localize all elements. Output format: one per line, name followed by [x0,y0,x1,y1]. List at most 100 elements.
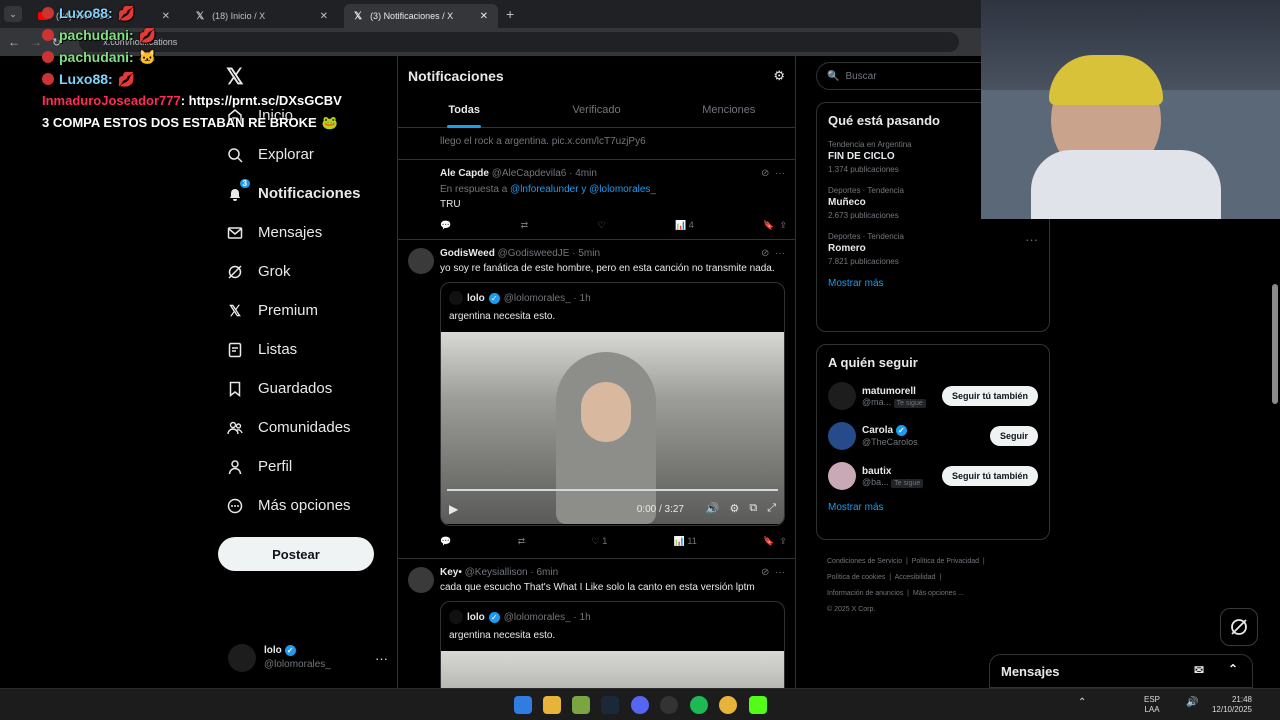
tweet-key[interactable]: Key• @Keysiallison · 6min ⊘ ··· cada que… [398,559,795,688]
app-icon[interactable] [572,696,590,714]
chrome-icon[interactable] [719,696,737,714]
reply-icon[interactable]: 💬 [440,536,451,547]
clock[interactable]: 21:48 12/10/2025 [1206,695,1252,715]
verified-icon: ✓ [488,611,500,623]
gear-icon[interactable]: ⚙ [773,68,785,84]
volume-icon[interactable]: 🔊 [1186,697,1198,708]
follow-button[interactable]: Seguir [989,426,1038,446]
avatar[interactable] [408,567,434,593]
nav-list: Inicio Explorar 3 Notificaciones Mensajes… [218,96,396,525]
nav-comunidades[interactable]: Comunidades [218,408,396,447]
discord-icon[interactable] [631,696,649,714]
fullscreen-icon[interactable]: ⤢ [767,502,776,515]
new-tab-button[interactable]: + [506,6,514,22]
show-more-follow[interactable]: Mostrar más [817,496,1049,519]
nav-premium[interactable]: 𝕏 Premium [218,291,396,330]
quoted-tweet[interactable]: lolo ✓ @lolomorales_ · 1h argentina nece… [440,282,785,526]
nav-grok[interactable]: Grok [218,252,396,291]
reply-mentions[interactable]: @lnforealunder y @lolomorales_ [510,184,656,195]
more-icon[interactable]: ··· [375,651,388,666]
search-icon [226,146,244,164]
emote-icon: 💋 [117,5,136,21]
grok-icon [226,263,244,281]
close-icon[interactable]: ✕ [480,11,488,22]
trend-item[interactable]: Deportes · Tendencia Romero 7.821 public… [817,226,1049,272]
avatar [828,462,856,490]
follow-suggestion[interactable]: matumorell @ma... Te sigue Seguir tú tam… [817,376,1049,416]
who-to-follow-title: A quién seguir [828,355,918,370]
tweet-actions: 💬 ⇄ ♡ 1 📊 11 🔖 ⇪ [398,536,795,547]
grok-icon[interactable]: ⊘ [761,248,769,259]
avatar[interactable] [408,248,434,274]
grok-icon[interactable]: ⊘ [761,567,769,578]
chat-message: 3 COMPA ESTOS DOS ESTABAN RE BROKE 🐸 [42,112,372,134]
nav-mas-opciones[interactable]: Más opciones [218,486,396,525]
nav-perfil[interactable]: Perfil [218,447,396,486]
quoted-tweet[interactable]: lolo ✓ @lolomorales_ · 1h argentina nece… [440,601,785,688]
tweet-godisweed[interactable]: GodisWeed @GodisweedJE · 5min ⊘ ··· yo s… [398,240,795,559]
stream-chat-overlay: Luxo88: 💋 pachudani: 💋 pachudani: 🐱 Luxo88:… [42,2,372,134]
language-indicator[interactable]: ESP LAA [1144,695,1160,715]
like-icon[interactable]: ♡ [598,220,606,231]
new-message-icon[interactable]: ✉ [1194,663,1204,677]
footer-links: Condiciones de Servicio | Política de Pr… [827,558,985,613]
verified-icon: ✓ [284,644,296,656]
nav-notificaciones[interactable]: 3 Notificaciones [218,174,396,213]
account-switcher[interactable]: lolo ✓ @lolomorales_ ··· [228,642,388,674]
views-icon[interactable]: 📊 11 [674,536,697,547]
obs-icon[interactable] [660,696,678,714]
back-icon[interactable]: ← [8,35,20,49]
messages-drawer[interactable]: Mensajes ✉ ⌃ [989,654,1253,688]
views-icon[interactable]: 📊 4 [675,220,694,231]
retweet-icon[interactable]: ⇄ [521,220,529,231]
tab-menciones[interactable]: Menciones [663,94,795,128]
volume-icon[interactable]: 🔊 [706,502,720,515]
nav-guardados[interactable]: Guardados [218,369,396,408]
pip-icon[interactable]: ⧉ [749,502,757,515]
grok-icon[interactable]: ⊘ [761,168,769,179]
spotify-icon[interactable] [690,696,708,714]
tab-search-button[interactable]: ⌄ [4,6,22,22]
follow-button[interactable]: Seguir tú también [941,386,1038,406]
scrollbar[interactable] [1272,284,1278,404]
more-icon[interactable]: ··· [1025,232,1038,247]
steam-icon[interactable] [601,696,619,714]
nav-mensajes[interactable]: Mensajes [218,213,396,252]
video-player[interactable]: ▶ 0:00 / 3:27 🔊 ⚙ ⧉ ⤢ [441,332,784,524]
bookmark-icon[interactable]: 🔖 [763,536,774,546]
webcam-overlay [981,0,1280,219]
grok-fab-button[interactable] [1220,608,1258,646]
settings-icon[interactable]: ⚙ [729,502,739,515]
share-icon[interactable]: ⇪ [779,220,787,230]
tab-verificado[interactable]: Verificado [530,94,662,128]
like-icon[interactable]: ♡ 1 [592,536,608,547]
follow-suggestion[interactable]: bautix @ba... Te sigue Seguir tú también [817,456,1049,496]
more-icon[interactable]: ··· [775,567,785,578]
more-icon[interactable]: ··· [775,168,785,179]
start-icon[interactable] [514,696,532,714]
chevron-up-icon[interactable]: ⌃ [1228,662,1238,676]
forward-icon[interactable]: → [30,35,42,49]
post-button[interactable]: Postear [218,537,374,571]
follow-button[interactable]: Seguir tú también [941,466,1038,486]
more-icon[interactable]: ··· [775,248,785,259]
share-icon[interactable]: ⇪ [779,536,787,546]
video-player[interactable] [441,651,784,688]
nav-listas[interactable]: Listas [218,330,396,369]
tweet-ale-capde[interactable]: Ale Capde @AleCapdevila6 · 4min ⊘ ··· En… [398,160,795,240]
reply-icon[interactable]: 💬 [440,220,451,231]
retweet-icon[interactable]: ⇄ [518,536,526,547]
video-progress-bar[interactable] [447,489,778,491]
file-explorer-icon[interactable] [543,696,561,714]
bookmark-icon[interactable]: 🔖 [763,220,774,230]
partial-tweet[interactable]: llego el rock a argentina. pic.x.com/lcT… [398,128,795,160]
nav-explorar[interactable]: Explorar [218,135,396,174]
play-icon[interactable]: ▶ [449,502,458,516]
kick-icon[interactable] [749,696,767,714]
tab-todas[interactable]: Todas [398,94,530,128]
webcam-shirt [1031,150,1221,219]
chevron-up-icon[interactable]: ⌃ [1078,697,1086,708]
show-more-trends[interactable]: Mostrar más [817,272,1049,295]
chat-message: Luxo88: 💋 [42,2,372,24]
follow-suggestion[interactable]: Carola ✓ @TheCarolos Seguir [817,416,1049,456]
